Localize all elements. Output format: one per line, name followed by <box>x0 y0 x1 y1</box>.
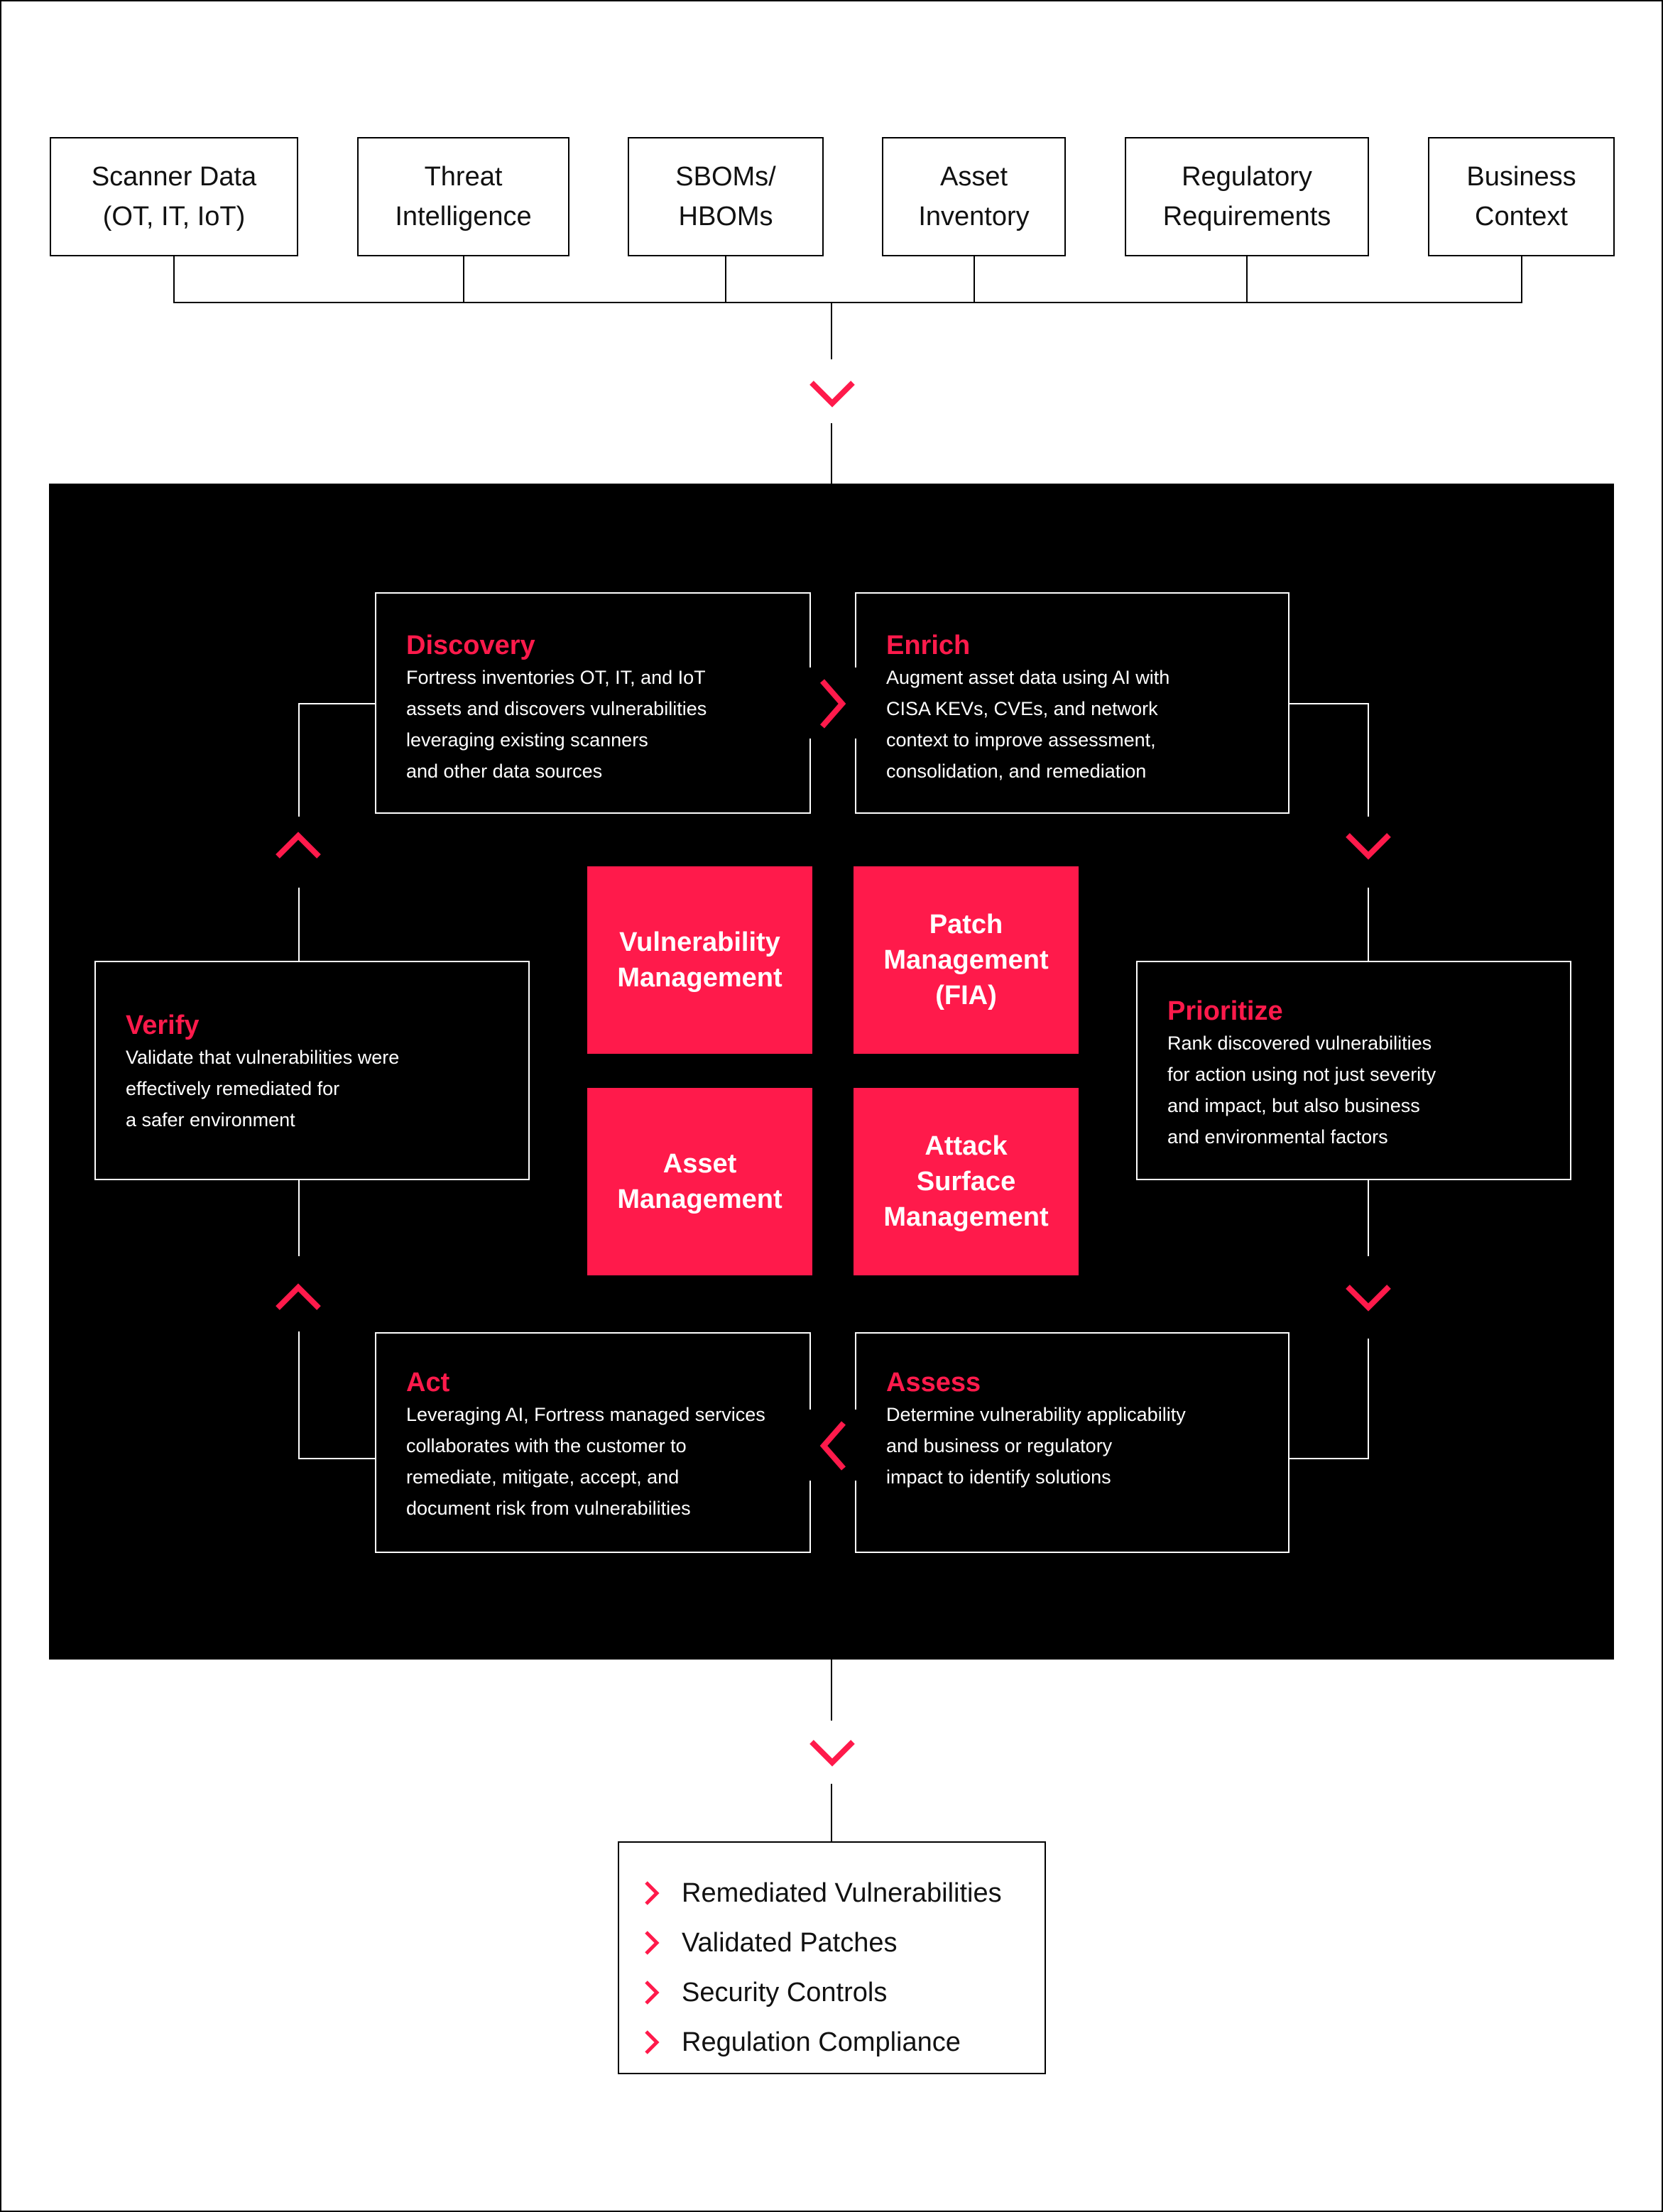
input-sboms-hboms: SBOMs/HBOMs <box>628 137 824 256</box>
step-enrich: Enrich Augment asset data using AI with … <box>855 592 1289 814</box>
step-title: Verify <box>126 1010 200 1040</box>
step-title: Prioritize <box>1167 996 1283 1026</box>
chevron-up-icon <box>276 1283 321 1310</box>
outcome-item: Regulation Compliance <box>643 2017 1045 2067</box>
connector-line <box>831 1784 832 1842</box>
chevron-down-icon <box>1346 833 1391 860</box>
step-description: Leveraging AI, Fortress managed services… <box>406 1404 765 1519</box>
loop-line <box>298 888 300 961</box>
step-description: Validate that vulnerabilities were effec… <box>126 1047 400 1130</box>
loop-line <box>1368 888 1369 961</box>
input-business-context: Business Context <box>1428 137 1615 256</box>
step-act: Act Leveraging AI, Fortress managed serv… <box>375 1332 811 1553</box>
connector-line <box>974 256 975 303</box>
step-discovery: Discovery Fortress inventories OT, IT, a… <box>375 592 811 814</box>
chevron-right-icon <box>645 1881 660 1905</box>
input-label: HBOMs <box>678 202 773 231</box>
loop-line <box>1368 703 1369 817</box>
loop-line <box>1289 703 1369 704</box>
connector-line <box>1246 256 1248 303</box>
connector-line <box>463 256 464 303</box>
connector-line <box>831 303 832 359</box>
chevron-left-icon <box>819 1421 846 1471</box>
loop-line <box>298 1331 300 1459</box>
chevron-up-icon <box>276 832 321 859</box>
loop-line <box>1289 1458 1369 1459</box>
input-label: Threat <box>424 162 503 192</box>
input-regulatory-requirements: Regulatory Requirements <box>1125 137 1369 256</box>
chevron-down-icon <box>809 381 855 408</box>
outcome-item: Security Controls <box>643 1968 1045 2017</box>
chevron-right-icon <box>645 2030 660 2054</box>
capability-vulnerability-management: Vulnerability Management <box>587 866 812 1054</box>
step-description: Determine vulnerability applicability an… <box>886 1404 1186 1488</box>
connector-line <box>831 423 832 484</box>
input-label: SBOMs/ <box>675 162 776 192</box>
step-description: Rank discovered vulnerabilities for acti… <box>1167 1033 1436 1148</box>
input-label: Asset <box>939 162 1008 192</box>
step-verify: Verify Validate that vulnerabilities wer… <box>94 961 530 1180</box>
step-title: Discovery <box>406 631 535 660</box>
step-description: Fortress inventories OT, IT, and IoT ass… <box>406 667 707 782</box>
capability-patch-management: Patch Management (FIA) <box>854 866 1079 1054</box>
loop-line <box>298 703 375 704</box>
input-label: (OT, IT, IoT) <box>102 202 246 231</box>
connector-bus <box>173 302 1522 303</box>
loop-line <box>1368 1179 1369 1256</box>
input-label: Scanner Data <box>91 162 257 192</box>
outcome-label: Regulation Compliance <box>682 2027 961 2057</box>
capability-asset-management: Asset Management <box>587 1088 812 1275</box>
input-label: Context <box>1475 202 1568 231</box>
loop-line <box>298 703 300 817</box>
outcome-item: Remediated Vulnerabilities <box>643 1868 1045 1918</box>
chevron-down-icon <box>809 1740 855 1767</box>
outcome-item: Validated Patches <box>643 1918 1045 1968</box>
chevron-right-icon <box>645 1981 660 2005</box>
step-assess: Assess Determine vulnerability applicabi… <box>855 1332 1289 1553</box>
step-title: Enrich <box>886 631 971 660</box>
step-title: Act <box>406 1368 450 1398</box>
chevron-down-icon <box>1346 1285 1391 1312</box>
outcome-label: Validated Patches <box>682 1927 898 1958</box>
input-label: Intelligence <box>395 202 532 231</box>
connector-line <box>1521 256 1522 303</box>
input-asset-inventory: Asset Inventory <box>882 137 1066 256</box>
chevron-right-icon <box>819 679 846 729</box>
outcomes-box: Remediated Vulnerabilities Validated Pat… <box>618 1841 1046 2074</box>
loop-line <box>298 1179 300 1256</box>
step-description: Augment asset data using AI with CISA KE… <box>886 667 1170 782</box>
input-label: Requirements <box>1162 202 1331 231</box>
connector-line <box>173 256 175 303</box>
connector-line <box>725 256 726 303</box>
input-label: Business <box>1466 162 1576 192</box>
connector-line <box>831 1660 832 1721</box>
step-title: Assess <box>886 1368 981 1398</box>
loop-line <box>298 1458 375 1459</box>
capability-attack-surface-management: Attack Surface Management <box>854 1088 1079 1275</box>
input-label: Inventory <box>918 202 1030 231</box>
input-label: Regulatory <box>1182 162 1312 192</box>
outcome-label: Remediated Vulnerabilities <box>682 1878 1002 1908</box>
input-scanner-data: Scanner Data (OT, IT, IoT) <box>50 137 298 256</box>
loop-line <box>1368 1339 1369 1459</box>
input-threat-intelligence: Threat Intelligence <box>357 137 569 256</box>
chevron-right-icon <box>645 1931 660 1955</box>
step-prioritize: Prioritize Rank discovered vulnerabiliti… <box>1136 961 1571 1180</box>
outcome-label: Security Controls <box>682 1977 888 2007</box>
